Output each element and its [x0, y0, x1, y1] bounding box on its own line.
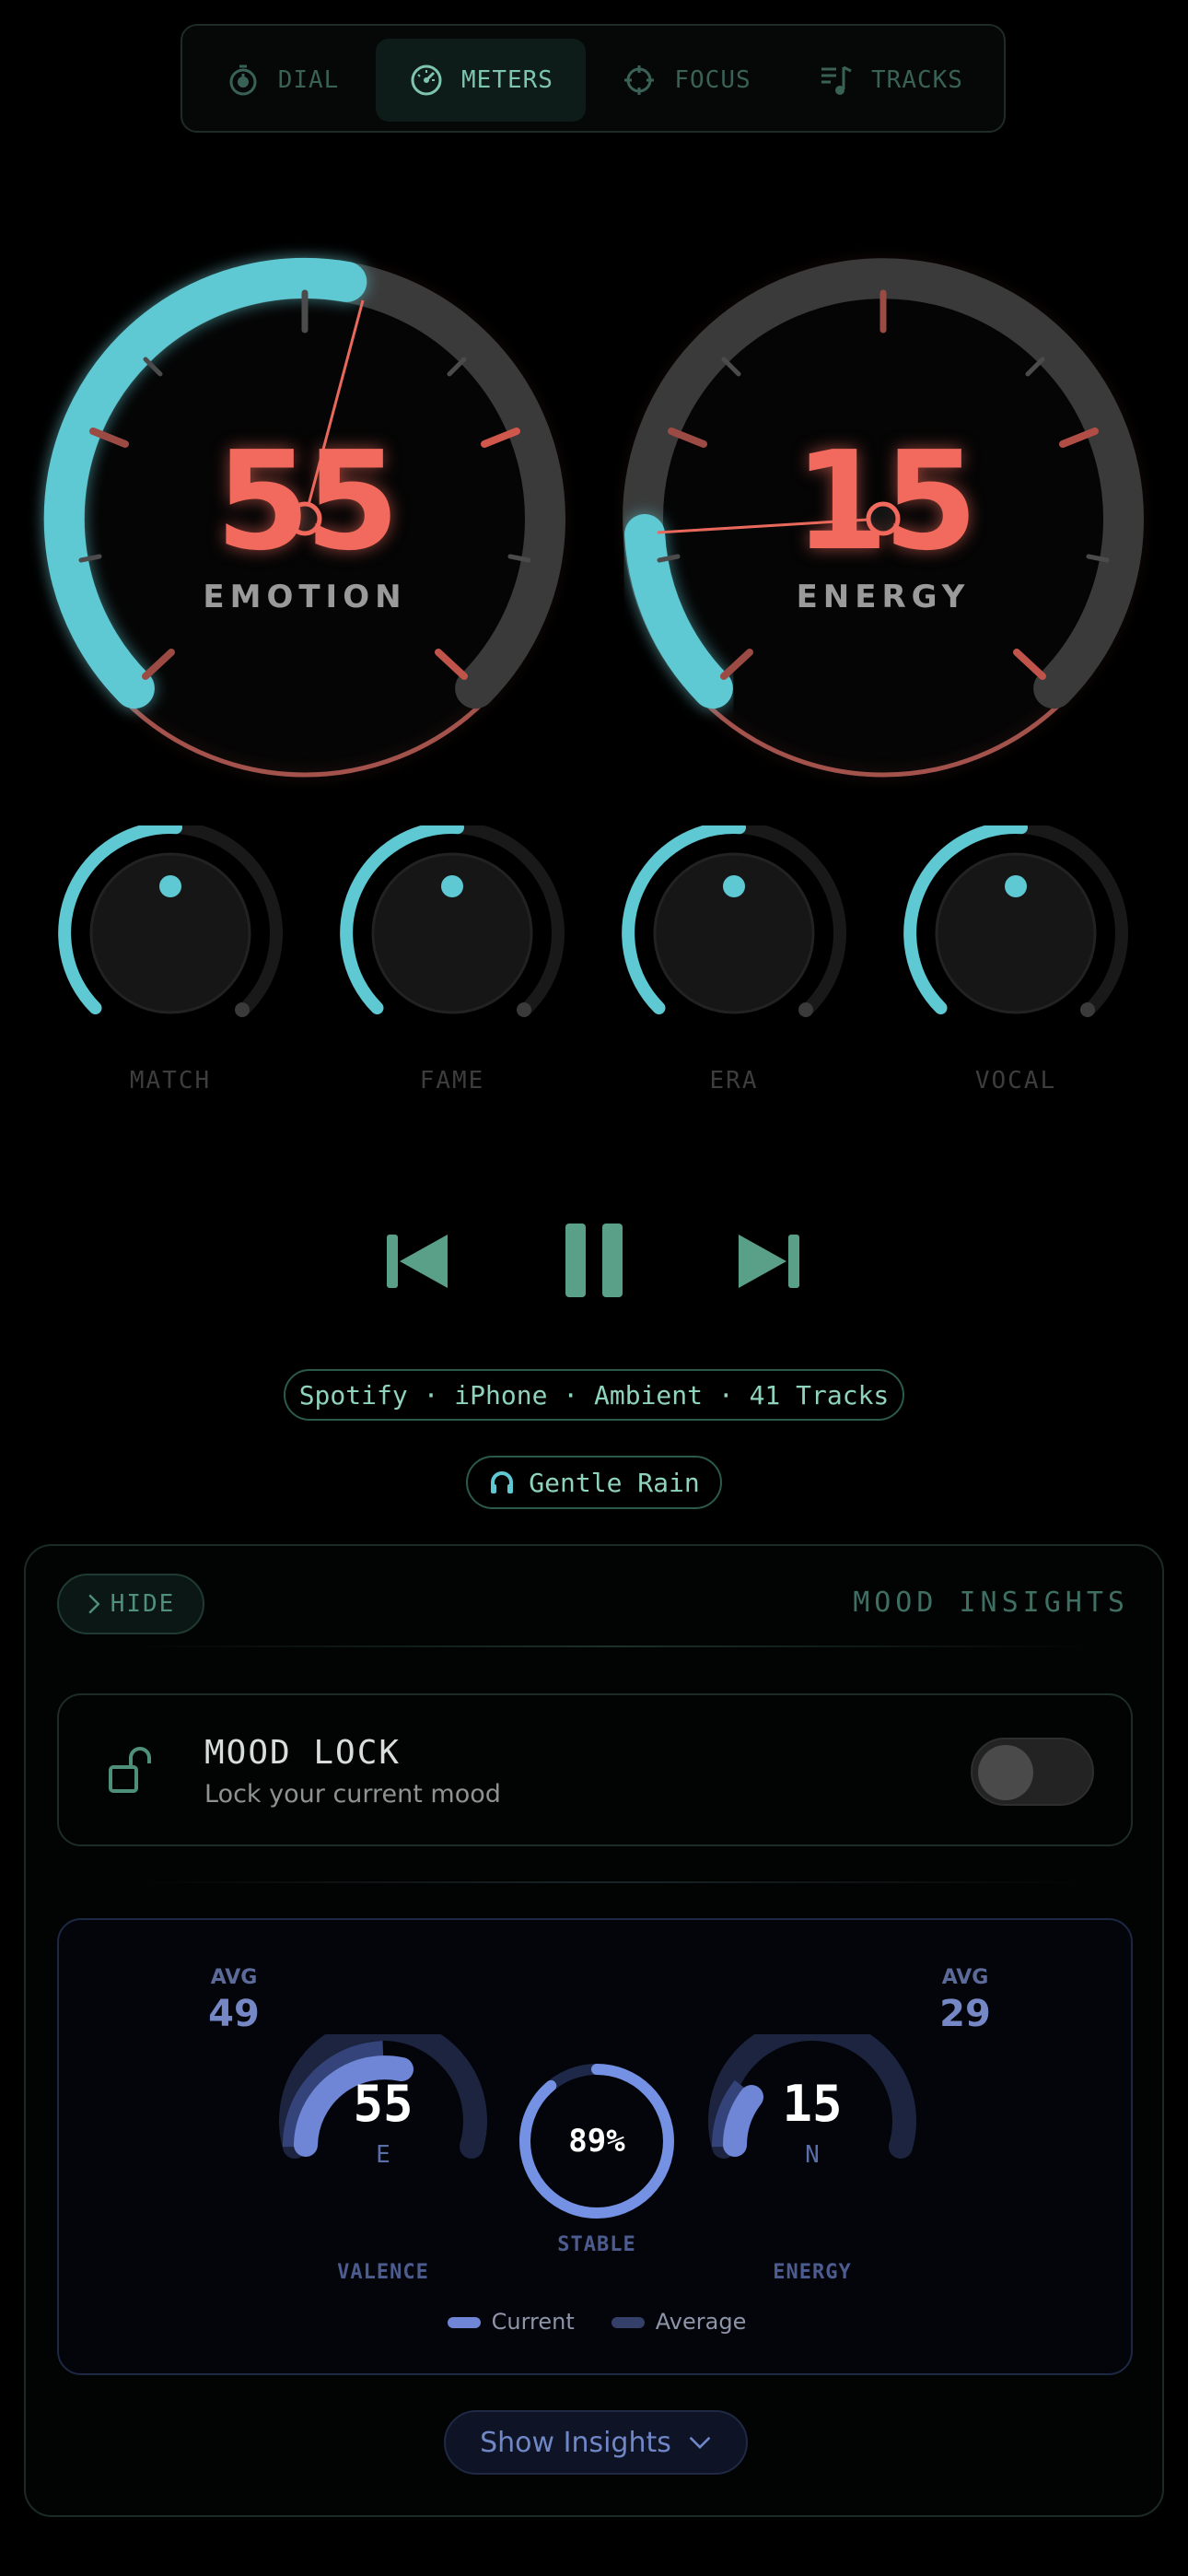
avg-left-label: AVG — [210, 1966, 258, 1989]
show-insights-label: Show Insights — [480, 2426, 671, 2459]
knob-vocal[interactable]: VOCAL — [901, 820, 1131, 1102]
playlist-icon — [821, 65, 852, 95]
match-knob-dial — [58, 820, 283, 1017]
tab-tracks-label: TRACKS — [871, 66, 963, 94]
mood-lock-card: MOOD LOCK Lock your current mood — [57, 1693, 1133, 1846]
energy-mini-sub: N — [805, 2141, 820, 2169]
avg-left-value: 49 — [208, 1993, 260, 2035]
fame-knob-dial — [340, 820, 565, 1017]
avg-right: AVG 29 — [928, 1966, 1002, 2035]
avg-right-value: 29 — [939, 1993, 991, 2035]
knob-fame[interactable]: FAME — [337, 820, 567, 1102]
legend-current-label: Current — [491, 2309, 575, 2335]
energy-gauge[interactable]: 15 ENERGY — [621, 256, 1146, 781]
legend: Current Average — [59, 2309, 1135, 2335]
unlock-icon — [109, 1747, 151, 1793]
tab-focus-label: FOCUS — [674, 66, 751, 94]
source-info-text: Spotify · iPhone · Ambient · 41 Tracks — [298, 1379, 890, 1411]
mood-lock-toggle[interactable] — [971, 1738, 1094, 1806]
panel-title: MOOD INSIGHTS — [853, 1587, 1129, 1619]
divider — [136, 1881, 1089, 1883]
tab-dial-label: DIAL — [277, 66, 340, 94]
knob-era-label: ERA — [709, 1067, 759, 1095]
energy-value: 15 — [794, 422, 978, 580]
valence-sub: E — [376, 2141, 390, 2169]
transport-controls — [0, 1216, 1188, 1308]
next-track-icon[interactable] — [737, 1229, 801, 1294]
knob-era[interactable]: ERA — [619, 820, 849, 1102]
tab-dial[interactable]: DIAL — [208, 39, 355, 122]
now-playing-text: Gentle Rain — [529, 1467, 700, 1498]
mood-lock-title: MOOD LOCK — [204, 1734, 402, 1772]
tab-tracks[interactable]: TRACKS — [794, 39, 987, 122]
pause-icon[interactable] — [562, 1224, 626, 1297]
divider — [136, 1645, 1089, 1647]
knob-vocal-label: VOCAL — [974, 1067, 1057, 1095]
valence-label: VALENCE — [337, 2261, 429, 2284]
timer-icon — [229, 64, 257, 96]
avg-right-label: AVG — [941, 1966, 989, 1989]
legend-average: Average — [611, 2309, 747, 2335]
knob-match-label: MATCH — [129, 1067, 212, 1095]
chevron-right-icon — [88, 1594, 100, 1614]
toggle-knob — [978, 1745, 1033, 1800]
emotion-gauge[interactable]: 55 EMOTION — [42, 256, 567, 781]
tab-meters-label: METERS — [461, 66, 553, 94]
emotion-value: 55 — [215, 422, 400, 580]
mode-tabbar: DIAL METERS FOCUS TRACKS — [181, 24, 1006, 133]
energy-mini-label: ENERGY — [773, 2261, 852, 2284]
mood-lock-subtitle: Lock your current mood — [204, 1780, 501, 1809]
knob-fame-label: FAME — [419, 1067, 485, 1095]
headphones-icon — [491, 1471, 514, 1493]
chevron-down-icon — [689, 2436, 711, 2450]
stability-label: STABLE — [557, 2233, 636, 2256]
knob-match[interactable]: MATCH — [55, 820, 285, 1102]
era-knob-dial — [622, 820, 846, 1017]
mood-meters-card: AVG 49 AVG 29 55 E VALENCE 89% STABLE 15… — [57, 1918, 1133, 2375]
mood-insights-panel: HIDE MOOD INSIGHTS MOOD LOCK Lock your c… — [24, 1544, 1164, 2517]
hide-button[interactable]: HIDE — [57, 1574, 204, 1634]
previous-track-icon[interactable] — [385, 1229, 449, 1294]
energy-label: ENERGY — [796, 579, 971, 615]
crosshair-icon — [624, 65, 655, 95]
emotion-label: EMOTION — [203, 579, 407, 615]
energy-mini-value: 15 — [782, 2075, 843, 2133]
valence-value: 55 — [353, 2075, 413, 2133]
speedometer-icon — [411, 64, 442, 96]
avg-left: AVG 49 — [197, 1966, 271, 2035]
stability-value: 89% — [568, 2123, 625, 2160]
now-playing-pill[interactable]: Gentle Rain — [466, 1456, 722, 1509]
legend-average-label: Average — [655, 2309, 747, 2335]
legend-current: Current — [447, 2309, 575, 2335]
hide-button-label: HIDE — [110, 1590, 176, 1618]
show-insights-button[interactable]: Show Insights — [444, 2410, 748, 2475]
tab-meters[interactable]: METERS — [376, 39, 586, 122]
vocal-knob-dial — [903, 820, 1128, 1017]
tab-focus[interactable]: FOCUS — [599, 39, 774, 122]
source-info-pill[interactable]: Spotify · iPhone · Ambient · 41 Tracks — [284, 1369, 904, 1421]
